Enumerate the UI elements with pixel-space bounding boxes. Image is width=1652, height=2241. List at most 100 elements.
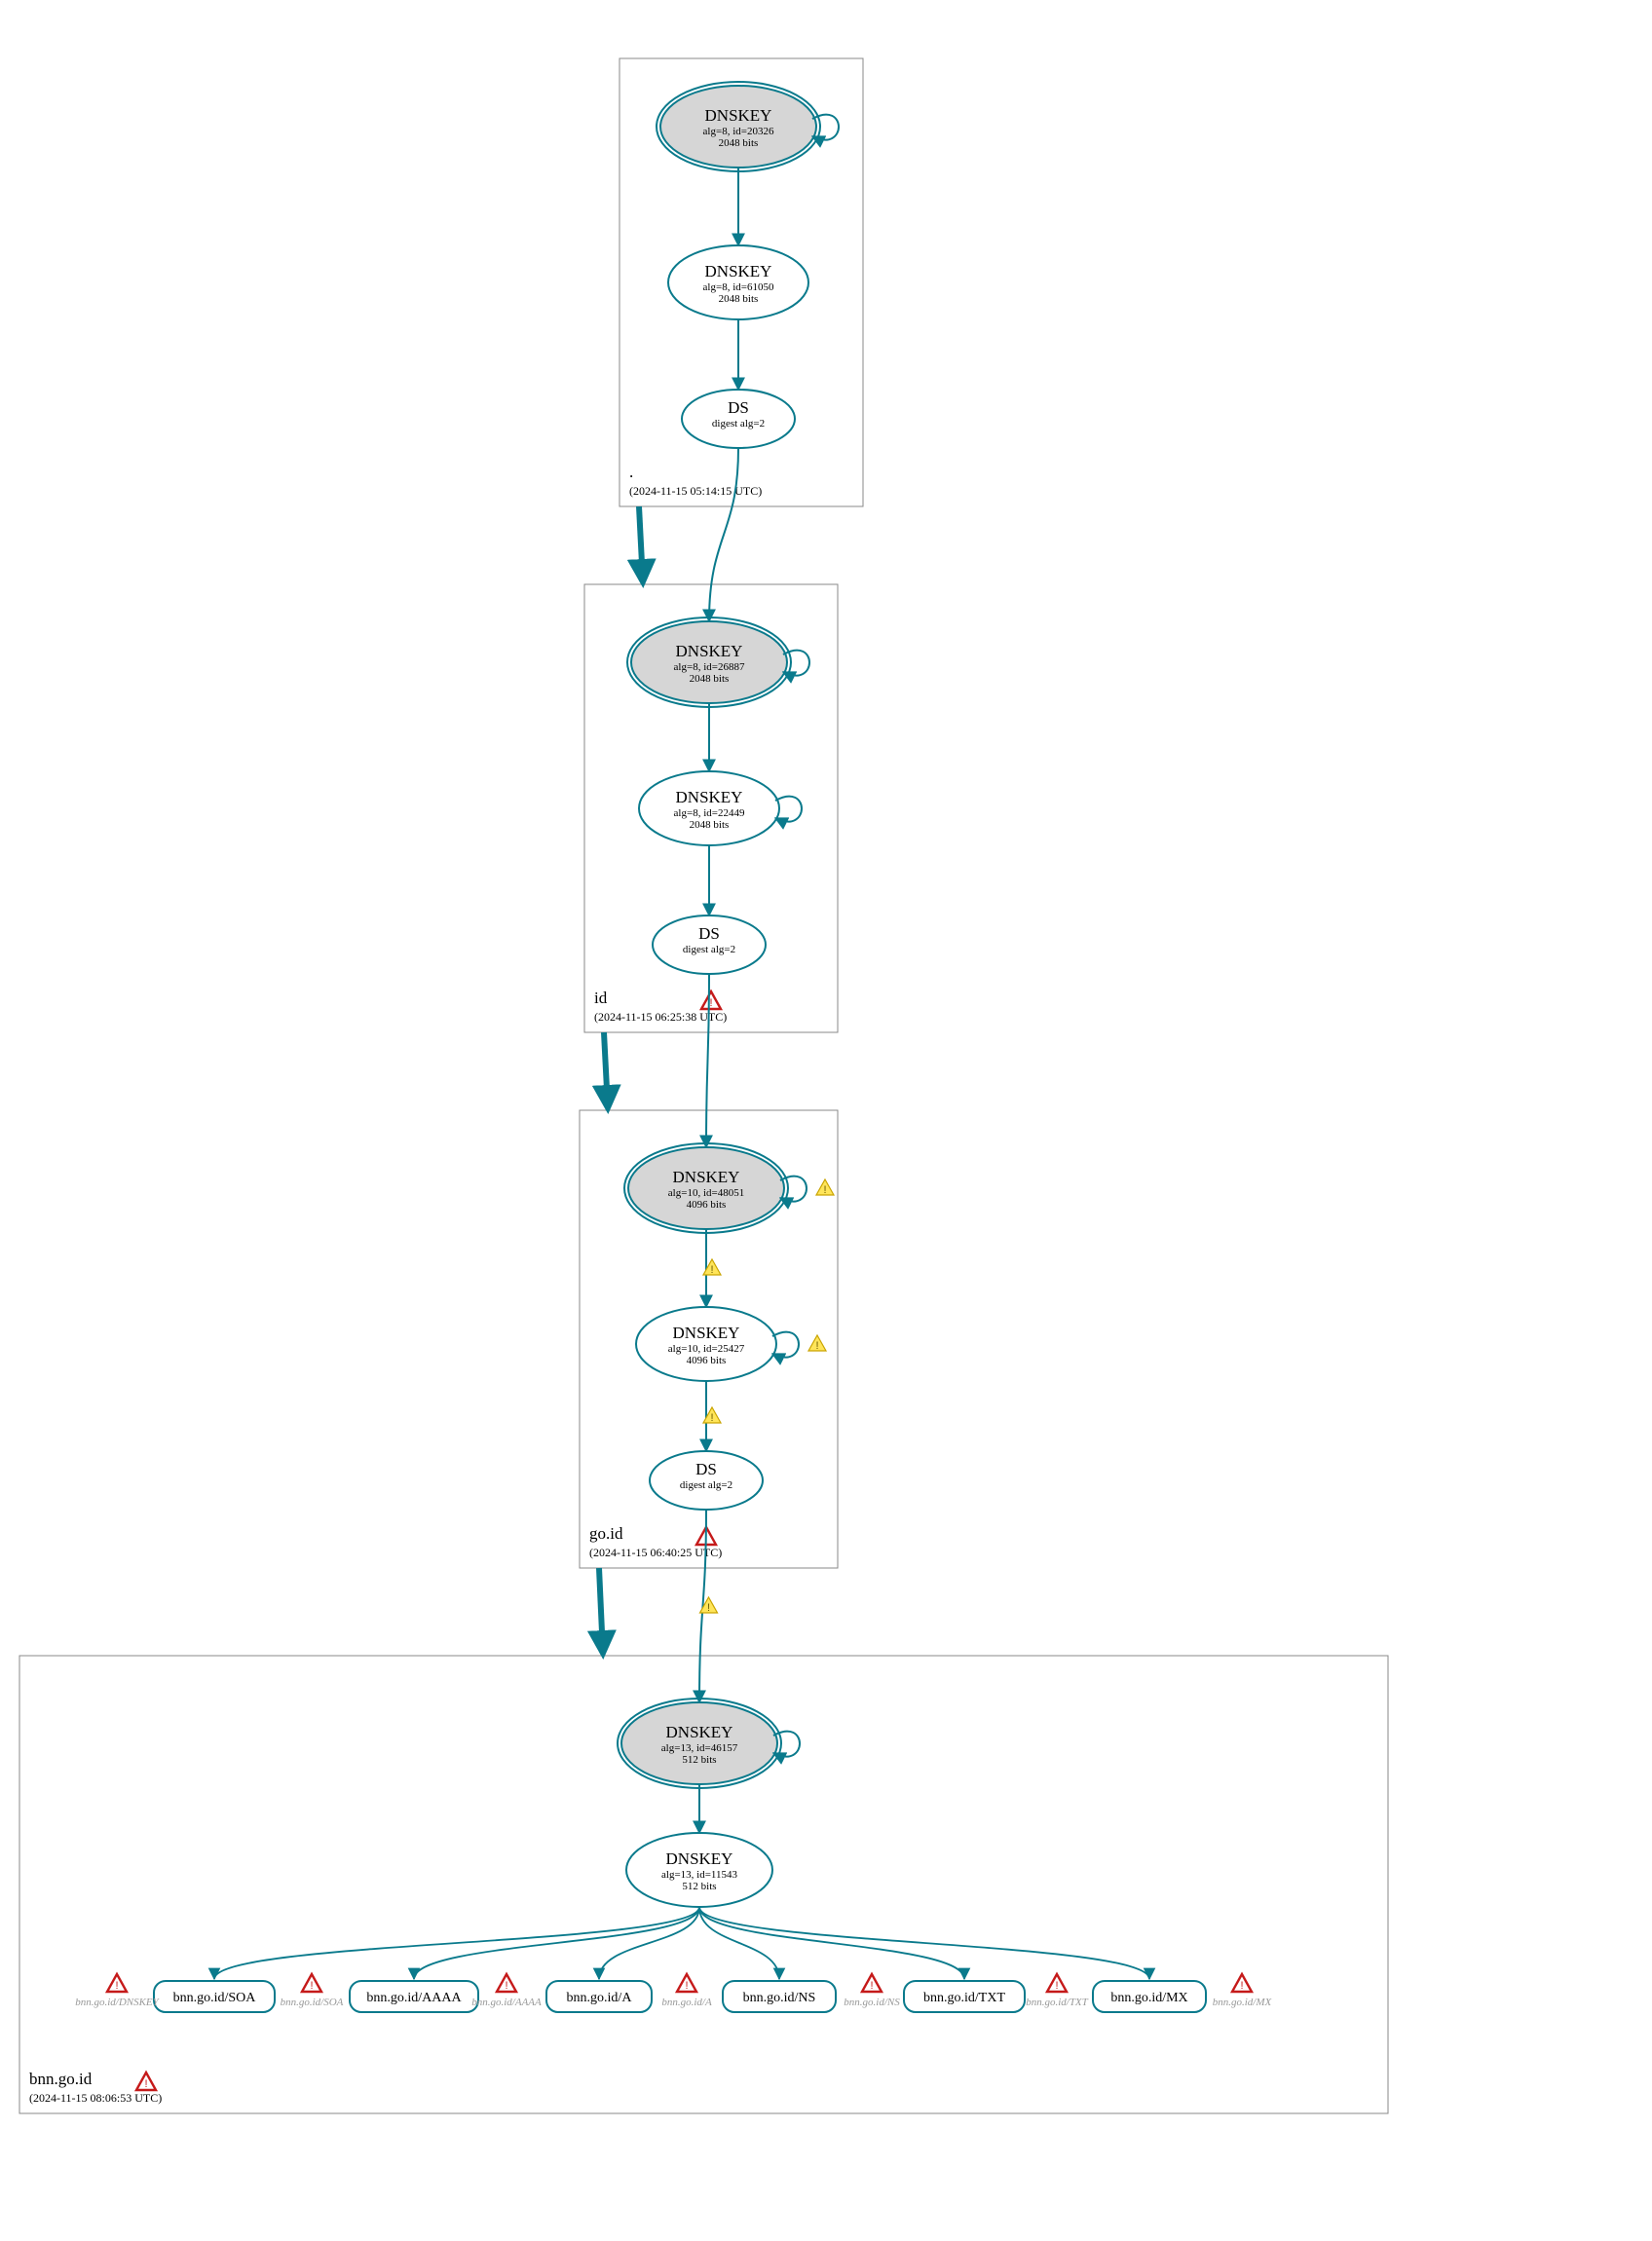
- zone-delegation-arrow: [639, 506, 643, 582]
- zone-label: bnn.go.id: [29, 2070, 93, 2088]
- zone-timestamp: (2024-11-15 05:14:15 UTC): [629, 484, 762, 498]
- svg-text:!: !: [685, 1980, 688, 1992]
- svg-text:!: !: [710, 1264, 713, 1276]
- node-type-label: DNSKEY: [666, 1723, 733, 1741]
- rrset-rr_txt: bnn.go.id/TXT: [904, 1981, 1025, 2012]
- node-root_ds: DSdigest alg=2: [682, 390, 795, 448]
- node-detail-2: 512 bits: [682, 1881, 716, 1892]
- rrset-rr_ns: bnn.go.id/NS: [723, 1981, 836, 2012]
- svg-text:!: !: [709, 997, 712, 1009]
- zone-timestamp: (2024-11-15 06:25:38 UTC): [594, 1010, 727, 1024]
- node-type-label: DNSKEY: [676, 788, 743, 806]
- rrset-label: bnn.go.id/A: [567, 1991, 633, 2005]
- svg-text:!: !: [710, 1412, 713, 1424]
- node-detail-1: alg=8, id=61050: [703, 281, 774, 293]
- zone-label: id: [594, 989, 608, 1007]
- node-detail-2: 512 bits: [682, 1754, 716, 1766]
- ghost-g_ns: ! bnn.go.id/NS: [844, 1974, 900, 2008]
- rrset-label: bnn.go.id/SOA: [173, 1991, 257, 2005]
- rrsig-edge: [699, 1907, 1149, 1979]
- warning-icon: !: [816, 1179, 834, 1196]
- node-detail-1: digest alg=2: [680, 1479, 732, 1491]
- node-detail-2: 2048 bits: [690, 673, 730, 685]
- rrset-rr_mx: bnn.go.id/MX: [1093, 1981, 1206, 2012]
- node-type-label: DS: [728, 398, 749, 417]
- ghost-g_txt: ! bnn.go.id/TXT: [1026, 1974, 1088, 2008]
- svg-text:!: !: [115, 1980, 118, 1992]
- ghost-rrset-label: bnn.go.id/NS: [844, 1997, 900, 2008]
- zone-timestamp: (2024-11-15 08:06:53 UTC): [29, 2091, 162, 2105]
- node-type-label: DS: [698, 924, 720, 943]
- node-go_ds: DSdigest alg=2: [650, 1451, 763, 1510]
- svg-text:!: !: [815, 1340, 818, 1352]
- dnssec-chain-diagram: .(2024-11-15 05:14:15 UTC)id(2024-11-15 …: [0, 0, 1652, 2241]
- edge: [709, 448, 738, 621]
- rrset-rr_aaaa: bnn.go.id/AAAA: [350, 1981, 478, 2012]
- zone-label: go.id: [589, 1524, 623, 1543]
- node-type-label: DNSKEY: [666, 1849, 733, 1868]
- svg-text:!: !: [823, 1184, 826, 1196]
- svg-text:!: !: [1240, 1980, 1243, 1992]
- svg-text:!: !: [310, 1980, 313, 1992]
- svg-text:!: !: [144, 2078, 147, 2090]
- error-icon: !: [1047, 1974, 1067, 1992]
- node-id_ksk: DNSKEYalg=8, id=268872048 bits: [627, 617, 809, 707]
- error-icon: !: [107, 1974, 127, 1992]
- node-layer: DNSKEYalg=8, id=203262048 bitsDNSKEYalg=…: [154, 82, 1206, 2012]
- svg-text:!: !: [1055, 1980, 1058, 1992]
- ghost-g_a: !bnn.go.id/A: [661, 1974, 712, 2008]
- node-id_zsk: DNSKEYalg=8, id=224492048 bits: [639, 771, 802, 845]
- rrset-label: bnn.go.id/MX: [1110, 1991, 1187, 2005]
- node-type-label: DNSKEY: [673, 1324, 740, 1342]
- rrsig-edge: [214, 1907, 699, 1979]
- node-detail-2: 2048 bits: [719, 137, 759, 149]
- ghost-rrset-label: bnn.go.id/TXT: [1026, 1997, 1088, 2008]
- node-detail-1: alg=8, id=22449: [674, 807, 745, 819]
- node-type-label: DNSKEY: [705, 106, 772, 125]
- node-type-label: DNSKEY: [673, 1168, 740, 1186]
- node-detail-1: digest alg=2: [712, 418, 765, 430]
- node-detail-2: 4096 bits: [687, 1355, 727, 1366]
- svg-text:!: !: [707, 1602, 710, 1614]
- node-detail-1: alg=13, id=46157: [661, 1742, 738, 1754]
- node-detail-1: alg=13, id=11543: [661, 1869, 737, 1881]
- error-icon: !: [1232, 1974, 1252, 1992]
- node-detail-2: 2048 bits: [690, 819, 730, 831]
- node-bnn_ksk: DNSKEYalg=13, id=46157512 bits: [618, 1699, 800, 1788]
- zone-delegation-arrow: [604, 1032, 608, 1108]
- node-bnn_zsk: DNSKEYalg=13, id=11543512 bits: [626, 1833, 772, 1907]
- svg-text:!: !: [870, 1980, 873, 1992]
- node-detail-2: 4096 bits: [687, 1199, 727, 1211]
- rrset-rr_a: bnn.go.id/A: [546, 1981, 652, 2012]
- node-detail-1: alg=10, id=48051: [668, 1187, 744, 1199]
- rrset-label: bnn.go.id/AAAA: [366, 1991, 462, 2005]
- node-detail-1: digest alg=2: [683, 944, 735, 955]
- ghost-g_mx: ! bnn.go.id/MX: [1213, 1974, 1273, 2008]
- ghost-rrset-label: bnn.go.id/MX: [1213, 1997, 1273, 2008]
- node-root_ksk: DNSKEYalg=8, id=203262048 bits: [657, 82, 839, 171]
- rrset-label: bnn.go.id/TXT: [923, 1991, 1005, 2005]
- ghost-rrset-label: bnn.go.id/SOA: [281, 1997, 344, 2008]
- node-id_ds: DSdigest alg=2: [653, 915, 766, 974]
- node-go_ksk: DNSKEYalg=10, id=480514096 bits!: [624, 1143, 834, 1233]
- ghost-g_soa: ! bnn.go.id/SOA: [281, 1974, 344, 2008]
- error-icon: !: [497, 1974, 516, 1992]
- error-icon: !: [677, 1974, 696, 1992]
- node-type-label: DNSKEY: [676, 642, 743, 660]
- error-icon: !: [862, 1974, 882, 1992]
- svg-text:!: !: [505, 1980, 507, 1992]
- ghost-rrset-label: bnn.go.id/AAAA: [471, 1997, 542, 2008]
- node-detail-2: 2048 bits: [719, 293, 759, 305]
- node-detail-1: alg=8, id=26887: [674, 661, 745, 673]
- zone-delegation-arrow: [599, 1568, 603, 1654]
- node-type-label: DNSKEY: [705, 262, 772, 280]
- node-type-label: DS: [695, 1460, 717, 1478]
- error-icon: !: [302, 1974, 321, 1992]
- rrset-label: bnn.go.id/NS: [743, 1991, 816, 2005]
- node-detail-1: alg=8, id=20326: [703, 126, 774, 137]
- ghost-g_dnskey: !bnn.go.id/DNSKEY: [75, 1974, 160, 2008]
- node-detail-1: alg=10, id=25427: [668, 1343, 745, 1355]
- error-icon: !: [136, 2073, 156, 2090]
- error-icon: !: [701, 991, 721, 1009]
- zone-timestamp: (2024-11-15 06:40:25 UTC): [589, 1546, 722, 1559]
